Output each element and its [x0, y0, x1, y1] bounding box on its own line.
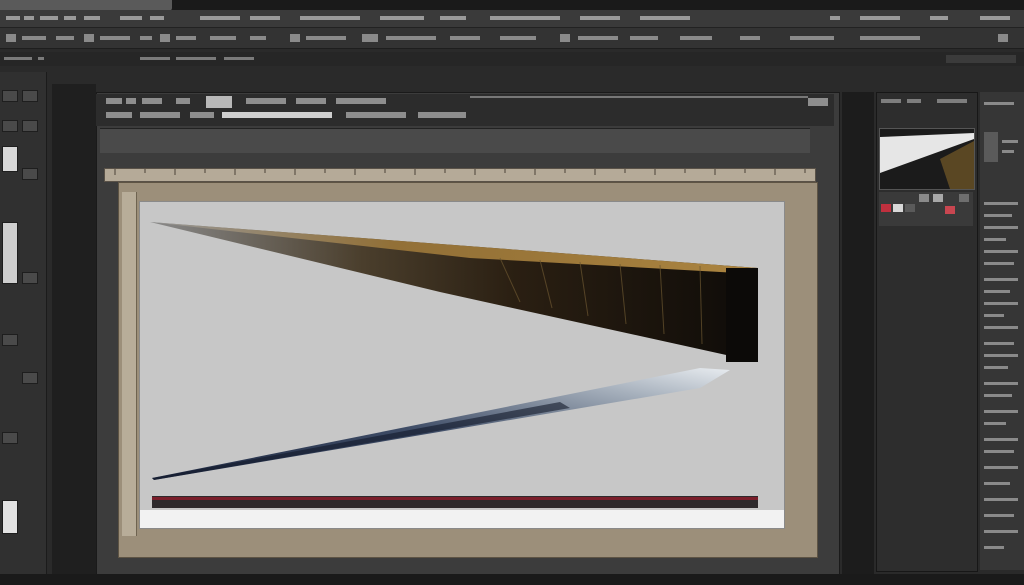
hand-tool-icon[interactable] — [2, 432, 18, 444]
crop-tool-icon[interactable] — [22, 120, 38, 132]
options-bar-glyphs — [6, 34, 1008, 42]
options-bar[interactable] — [0, 28, 1024, 49]
brush-tool-icon[interactable] — [2, 146, 18, 172]
navigator-thumbnail[interactable] — [879, 128, 975, 190]
info-strip-glyphs — [4, 55, 1016, 63]
toolbar-divider — [470, 96, 808, 98]
menu-bar[interactable] — [0, 10, 1024, 28]
swatch-silver[interactable] — [933, 194, 943, 202]
swatch-light[interactable] — [893, 204, 903, 212]
swatch-mid[interactable] — [919, 194, 929, 202]
tools-panel[interactable] — [0, 72, 47, 577]
thumbnail-preview — [880, 129, 974, 189]
swatch-red[interactable] — [881, 204, 891, 212]
artboard-canvas[interactable] — [140, 202, 784, 528]
layers-panel-glyphs — [984, 102, 1018, 549]
pen-tool-icon[interactable] — [22, 272, 38, 284]
shape-tool-icon[interactable] — [22, 372, 38, 384]
eraser-tool-icon[interactable] — [22, 168, 38, 180]
layers-panel[interactable] — [980, 92, 1024, 570]
document-toolbar[interactable] — [96, 94, 834, 126]
left-collapsed-panel — [52, 84, 96, 574]
swatch-rose[interactable] — [945, 206, 955, 214]
status-bar — [0, 574, 1024, 585]
swatch-slate[interactable] — [959, 194, 969, 202]
horizontal-ruler — [104, 168, 816, 182]
document-toolbar-glyphs — [106, 96, 828, 118]
dark-wedge-shape[interactable] — [150, 222, 758, 362]
document-tab-strip[interactable] — [100, 128, 810, 153]
steel-blade-shape[interactable] — [152, 368, 730, 480]
text-tool-icon[interactable] — [2, 334, 18, 346]
swatches-panel[interactable] — [879, 192, 973, 226]
move-tool-icon[interactable] — [2, 90, 18, 102]
ruler-ticks — [114, 169, 806, 175]
info-strip — [0, 52, 1024, 66]
right-collapsed-strip — [842, 92, 874, 574]
vertical-ruler — [122, 192, 137, 536]
zoom-tool-icon[interactable] — [2, 500, 18, 534]
swatch-gray[interactable] — [905, 204, 915, 212]
marquee-tool-icon[interactable] — [22, 90, 38, 102]
gradient-tool-icon[interactable] — [2, 222, 18, 284]
menu-bar-glyphs — [6, 16, 1010, 20]
navigator-header-glyphs — [881, 99, 967, 103]
artwork — [140, 222, 784, 528]
lasso-tool-icon[interactable] — [2, 120, 18, 132]
bottom-stripe-shape[interactable] — [140, 496, 784, 528]
